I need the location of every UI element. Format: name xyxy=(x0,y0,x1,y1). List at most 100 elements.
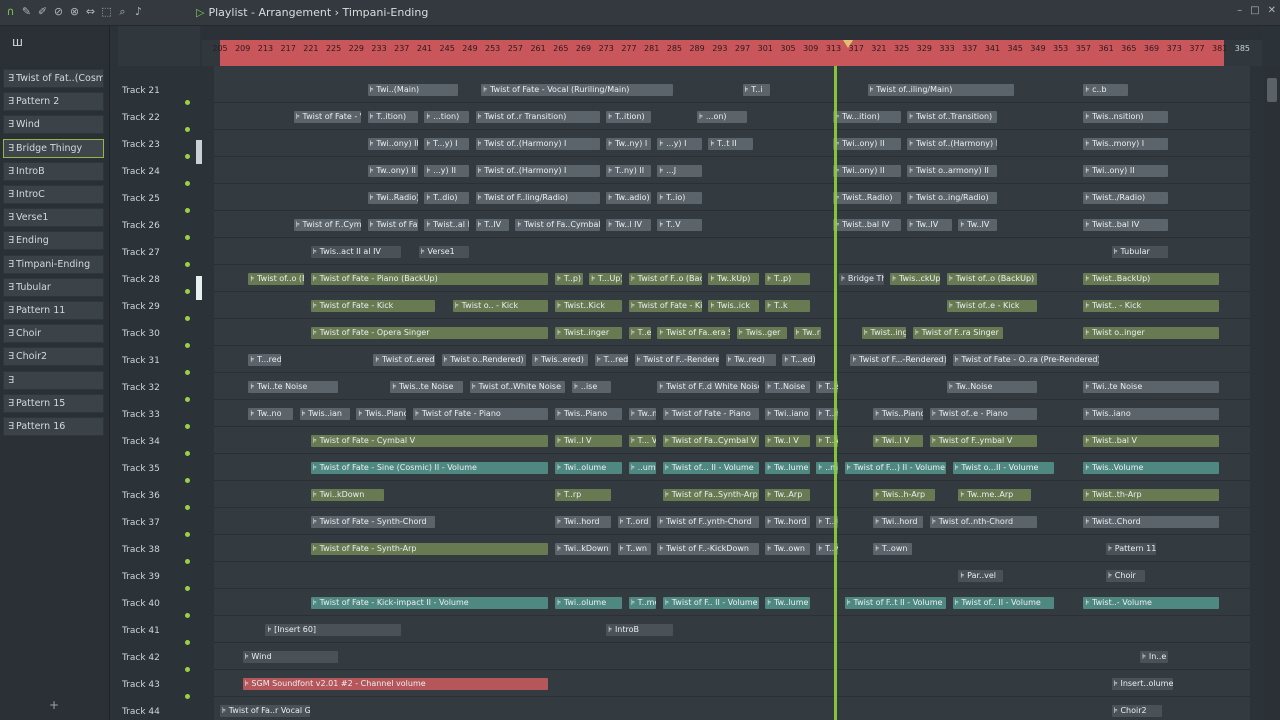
pattern-clip[interactable]: ⊧ Twist of Fate - Vocal (Ruriling/Whispe… xyxy=(293,111,361,123)
pattern-clip[interactable]: ⊧ Twis..nsition) xyxy=(1083,111,1168,123)
track-enable-led[interactable] xyxy=(185,127,190,132)
pattern-clip[interactable]: ⊧ Twist of Fate - Sine (Cosmic) II - Vol… xyxy=(310,462,549,474)
pattern-clip[interactable]: ⊧ Tubular xyxy=(1111,246,1168,258)
pattern-clip[interactable]: ⊧ Tw..Arp xyxy=(765,489,810,501)
track-enable-led[interactable] xyxy=(185,478,190,483)
magnet-icon[interactable]: ∩ xyxy=(4,4,17,20)
track-enable-led[interactable] xyxy=(185,208,190,213)
scroll-thumb[interactable] xyxy=(1267,78,1277,102)
pattern-clip[interactable]: ⊧ Twist of Fa..era Singer xyxy=(657,327,731,339)
pattern-clip[interactable]: ⊧ Twist of Fate - Synth-Chord xyxy=(310,516,435,528)
pattern-clip[interactable]: ⊧ ...y) II xyxy=(424,165,469,177)
pattern-clip[interactable]: ⊧ Tw..l V xyxy=(765,435,810,447)
pattern-clip[interactable]: ⊧ Twist o..Rendered) xyxy=(441,354,526,366)
pattern-clip[interactable]: ⊧ Twist of..Transition) xyxy=(907,111,998,123)
pattern-clip[interactable]: ⊧ Twist..bal IV xyxy=(1083,219,1168,231)
pattern-clip[interactable]: ⊧ Twi..hord xyxy=(873,516,924,528)
pattern-clip[interactable]: ⊧ Twist of F..ra Singer xyxy=(912,327,1003,339)
pattern-clip[interactable]: ⊧ Twist of Fate - O..ra (Pre-Rendered) xyxy=(952,354,1100,366)
pattern-item[interactable]: ∃ Choir2 xyxy=(3,347,104,367)
playhead-marker[interactable] xyxy=(843,40,853,48)
pattern-clip[interactable]: ⊧ Twist of Fate - Piano xyxy=(663,408,759,420)
pattern-clip[interactable]: ⊧ Twis..act II al IV xyxy=(310,246,401,258)
pattern-clip[interactable]: ⊧ Twis..h-Arp xyxy=(873,489,935,501)
pattern-clip[interactable]: ⊧ Twist o..ing/Radio) xyxy=(907,192,998,204)
pattern-clip[interactable]: ⊧ T..IV xyxy=(475,219,509,231)
track-name[interactable]: Track 21 xyxy=(122,86,160,96)
pattern-item[interactable]: ∃ Wind xyxy=(3,115,104,135)
pattern-clip[interactable]: ⊧ T..t II xyxy=(708,138,753,150)
track-name[interactable]: Track 42 xyxy=(122,653,160,663)
pattern-item[interactable]: ∃ Pattern 11 xyxy=(3,301,104,320)
pattern-clip[interactable]: ⊧ Twist of..nth-Chord xyxy=(930,516,1037,528)
pattern-clip[interactable]: ⊧ T..ny) II xyxy=(606,165,651,177)
pattern-clip[interactable]: ⊧ Twist..th-Arp xyxy=(1083,489,1219,501)
pattern-clip[interactable]: ⊧ Twist..- Volume xyxy=(1083,597,1219,609)
pattern-clip[interactable]: ⊧ Twis..ger xyxy=(736,327,787,339)
track-enable-led[interactable] xyxy=(185,667,190,672)
track-name[interactable]: Track 22 xyxy=(122,113,160,123)
pattern-clip[interactable]: ⊧ T..ition) xyxy=(367,111,418,123)
track-enable-led[interactable] xyxy=(185,343,190,348)
pattern-clip[interactable]: ⊧ T..rp xyxy=(555,489,611,501)
pattern-clip[interactable]: ⊧ Twi..te Noise xyxy=(1083,381,1219,393)
pattern-clip[interactable]: ⊧ Twist o.. - Kick xyxy=(452,300,549,312)
pattern-item[interactable]: ∃ Timpani-Ending xyxy=(3,254,104,274)
pattern-item[interactable]: ∃ xyxy=(3,370,104,390)
pattern-clip[interactable]: ⊧ Tw...ition) xyxy=(833,111,901,123)
pattern-clip[interactable]: ⊧ Twist of F..-Rendered) xyxy=(634,354,719,366)
pattern-clip[interactable]: ⊧ Twis..Piano xyxy=(873,408,924,420)
pattern-clip[interactable]: ⊧ T..me xyxy=(628,597,657,609)
pattern-clip[interactable]: ⊧ Verse1 xyxy=(418,246,469,258)
pattern-clip[interactable]: ⊧ Tw..adio) xyxy=(606,192,651,204)
track-name[interactable]: Track 41 xyxy=(122,626,160,636)
pattern-clip[interactable]: ⊧ ...J xyxy=(657,165,702,177)
pattern-clip[interactable]: ⊧ Twist of..(Harmony) I xyxy=(475,165,600,177)
pattern-clip[interactable]: ⊧ Twist of..o (BackUp) xyxy=(248,273,305,285)
pattern-clip[interactable]: ⊧ Twist.. - Kick xyxy=(1083,300,1219,312)
track-row[interactable] xyxy=(214,697,1250,720)
track-name[interactable]: Track 36 xyxy=(122,491,160,501)
pattern-item[interactable]: ∃ Bridge Thingy xyxy=(3,138,104,158)
pattern-clip[interactable]: ⊧ Twi..ony) II xyxy=(833,138,901,150)
pattern-clip[interactable]: ⊧ Tw..no xyxy=(628,408,657,420)
pattern-clip[interactable]: ⊧ ..ume xyxy=(628,462,657,474)
pattern-clip[interactable]: ⊧ ...y) I xyxy=(657,138,702,150)
pattern-clip[interactable]: ⊧ Pattern 11 xyxy=(1106,543,1157,555)
slip-icon[interactable]: ⇔ xyxy=(84,4,97,20)
pattern-clip[interactable]: ⊧ Twist o..armony) II xyxy=(907,165,998,177)
vertical-scrollbar[interactable] xyxy=(1264,66,1280,720)
pattern-clip[interactable]: ⊧ Tw..lume xyxy=(765,462,810,474)
pattern-clip[interactable]: ⊧ Par..vel xyxy=(958,570,1003,582)
timeline[interactable]: 205 209 213 217 221 225 229 233 237 241 245 249 253 2… xyxy=(202,26,1262,66)
pattern-clip[interactable]: ⊧ Twist of F..ynth-Chord xyxy=(657,516,759,528)
track-name[interactable]: Track 28 xyxy=(122,275,160,285)
playlist-grid[interactable]: ⊧ Twi..(Main) ⊧ Twist of Fate - Vocal (Ru… xyxy=(214,66,1250,720)
pattern-item[interactable]: ∃ Pattern 15 xyxy=(3,393,104,413)
pattern-item[interactable]: ∃ Ending xyxy=(3,231,104,251)
track-name[interactable]: Track 24 xyxy=(122,167,160,177)
pattern-clip[interactable]: ⊧ Twist of Fa..r Vocal Guide xyxy=(220,705,310,717)
pattern-clip[interactable]: ⊧ [Insert 60] xyxy=(265,624,401,636)
pattern-clip[interactable]: ⊧ Twist../Radio) xyxy=(1083,192,1168,204)
track-name[interactable]: Track 29 xyxy=(122,302,160,312)
track-enable-led[interactable] xyxy=(185,289,190,294)
pattern-item[interactable]: ∃ Pattern 16 xyxy=(3,417,104,436)
track-name[interactable]: Track 39 xyxy=(122,572,160,582)
pattern-clip[interactable]: ⊧ Twist of Fa..Cymbal V xyxy=(663,435,759,447)
pattern-clip[interactable]: ⊧ Tw..own xyxy=(765,543,810,555)
pattern-clip[interactable]: ⊧ Twist of..ered) xyxy=(373,354,435,366)
pattern-clip[interactable]: ⊧ Choir2 xyxy=(1111,705,1162,717)
pattern-clip[interactable]: ⊧ T...red) xyxy=(248,354,282,366)
pattern-clip[interactable]: ⊧ Twist of..r Transition) xyxy=(475,111,600,123)
track-name[interactable]: Track 30 xyxy=(122,329,160,339)
pattern-clip[interactable]: ⊧ Tw..IV xyxy=(958,219,998,231)
pattern-clip[interactable]: ⊧ Twist of F..ling/Radio) xyxy=(475,192,600,204)
pattern-clip[interactable]: ⊧ T... V xyxy=(628,435,657,447)
pattern-clip[interactable]: ⊧ Twist of..(Harmony) I xyxy=(907,138,998,150)
pattern-clip[interactable]: ⊧ T..p) xyxy=(555,273,583,285)
picker-toggle[interactable]: ш xyxy=(12,35,23,49)
pattern-clip[interactable]: ⊧ Twi..l V xyxy=(555,435,623,447)
track-row[interactable] xyxy=(214,643,1250,670)
pattern-clip[interactable]: ⊧ Twi..te Noise xyxy=(248,381,339,393)
